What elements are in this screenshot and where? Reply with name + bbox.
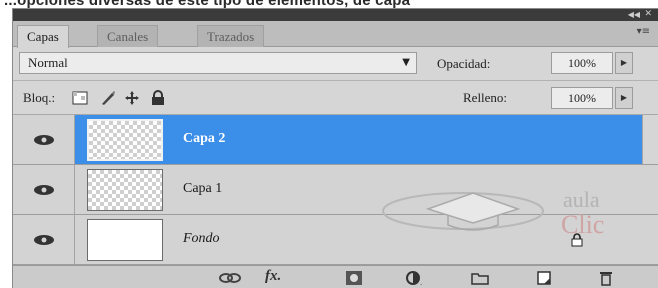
panel-menu-icon[interactable]: ▾≡ [637, 26, 650, 37]
lock-fill-row: Bloq.: Relleno: 100% ▶ [13, 81, 658, 115]
link-layers-icon[interactable] [219, 269, 241, 287]
opacity-label: Opacidad: [437, 56, 491, 71]
fill-slider-arrow-icon[interactable]: ▶ [615, 87, 633, 109]
panel-bottom-toolbar: fx. . [13, 265, 658, 288]
layer-name: Capa 2 [183, 131, 226, 146]
visibility-toggle[interactable] [13, 165, 75, 214]
add-mask-icon[interactable] [343, 269, 365, 287]
tab-trazados[interactable]: Trazados [197, 25, 265, 47]
close-icon[interactable]: ✕ [644, 9, 652, 19]
layer-thumbnail [87, 119, 163, 161]
blend-mode-select[interactable]: Normal ▼ [19, 52, 417, 74]
layer-thumbnail [87, 169, 163, 211]
fill-field[interactable]: 100% [551, 87, 613, 109]
layer-row-capa-2[interactable]: Capa 2 [13, 115, 658, 165]
blend-opacity-row: Normal ▼ Opacidad: 100% ▶ [13, 47, 658, 81]
adjustment-layer-icon[interactable]: . [405, 269, 427, 287]
lock-transparent-pixels-icon[interactable] [71, 89, 89, 107]
tab-capas[interactable]: Capas [17, 25, 69, 48]
delete-layer-icon[interactable] [595, 269, 617, 287]
scrollbar-segment[interactable] [642, 115, 658, 164]
visibility-toggle[interactable] [13, 115, 75, 164]
collapse-icon[interactable]: ◀◀ [628, 10, 640, 19]
opacity-field[interactable]: 100% [551, 52, 613, 74]
layers-panel: ◀◀ ✕ Capas Canales Trazados ▾≡ Normal ▼ … [12, 8, 658, 288]
chevron-down-icon: ▼ [402, 57, 410, 68]
layer-thumbnail [87, 219, 163, 261]
svg-text:.: . [420, 278, 422, 286]
layer-name: Fondo [183, 231, 220, 246]
lock-image-pixels-icon[interactable] [99, 89, 117, 107]
watermark-line1: aula [563, 187, 600, 212]
panel-tabs: Capas Canales Trazados ▾≡ [13, 21, 658, 48]
new-group-icon[interactable] [469, 269, 491, 287]
panel-titlebar: ◀◀ ✕ [13, 9, 658, 21]
lock-label: Bloq.: [23, 90, 56, 105]
opacity-slider-arrow-icon[interactable]: ▶ [615, 52, 633, 74]
eye-icon [33, 184, 54, 195]
fill-label: Relleno: [463, 90, 508, 105]
layer-style-fx-icon[interactable]: fx. [265, 268, 281, 285]
visibility-toggle[interactable] [13, 215, 75, 264]
eye-icon [33, 234, 54, 245]
new-layer-icon[interactable] [533, 269, 555, 287]
aulaclic-watermark: aula Clic [373, 181, 633, 256]
layer-name: Capa 1 [183, 181, 223, 196]
blend-mode-value: Normal [28, 55, 68, 70]
lock-position-icon[interactable] [123, 89, 141, 107]
eye-icon [33, 134, 54, 145]
lock-all-icon[interactable] [149, 89, 167, 107]
watermark-line2: Clic [561, 210, 604, 239]
tab-canales[interactable]: Canales [97, 25, 159, 47]
